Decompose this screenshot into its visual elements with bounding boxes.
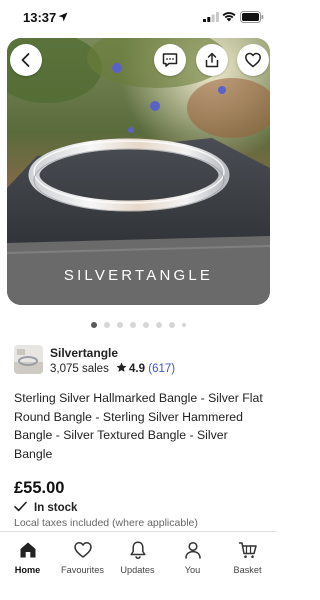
home-icon <box>20 542 35 558</box>
status-time: 13:37 <box>23 10 57 25</box>
chevron-left-icon <box>21 53 30 67</box>
back-button[interactable] <box>10 44 42 76</box>
shop-logo-image <box>14 345 43 374</box>
tab-home[interactable]: Home <box>0 540 55 575</box>
carousel-dot[interactable] <box>156 322 162 328</box>
listing-title: Sterling Silver Hallmarked Bangle - Silv… <box>14 391 263 461</box>
shop-stats: 3,075 sales 4.9 (617) <box>50 362 175 375</box>
heart-icon <box>73 542 92 558</box>
bell-icon <box>129 541 146 560</box>
tab-label: Favourites <box>61 565 104 575</box>
favourite-button[interactable] <box>237 44 269 76</box>
tab-label: Updates <box>120 565 155 575</box>
carousel-dot[interactable] <box>182 323 186 327</box>
signal-icon <box>203 12 219 22</box>
tab-you[interactable]: You <box>165 540 220 575</box>
heart-icon <box>245 52 261 68</box>
carousel-dot[interactable] <box>91 322 97 328</box>
wifi-icon <box>222 12 236 22</box>
chat-bubble-icon <box>162 53 178 67</box>
shop-avatar[interactable] <box>14 345 43 374</box>
checkmark-icon <box>14 501 27 512</box>
share-button[interactable] <box>196 44 228 76</box>
carousel-dot[interactable] <box>104 322 110 328</box>
tab-updates[interactable]: Updates <box>110 540 165 575</box>
share-icon <box>205 52 219 68</box>
tax-note: Local taxes included (where applicable) <box>14 517 198 529</box>
listing-price: £55.00 <box>14 479 65 497</box>
carousel-dot[interactable] <box>169 322 175 328</box>
bottom-tab-bar: Home Favourites Updates You Basket <box>0 531 277 600</box>
basket-icon <box>238 542 257 558</box>
carousel-pagination <box>0 322 277 330</box>
battery-icon <box>240 11 264 23</box>
product-photo <box>7 38 270 305</box>
shop-name-link[interactable]: Silvertangle <box>50 346 118 360</box>
shop-sales-count: 3,075 sales <box>50 363 109 375</box>
tab-label: Basket <box>233 565 262 575</box>
person-icon <box>184 541 201 559</box>
carousel-dot[interactable] <box>143 322 149 328</box>
message-seller-button[interactable] <box>154 44 186 76</box>
tab-label: You <box>184 565 201 575</box>
star-icon <box>116 362 127 372</box>
status-bar: 13:37 <box>0 0 277 36</box>
tab-label: Home <box>14 565 41 575</box>
product-image-carousel[interactable]: SILVERTANGLE <box>7 38 270 305</box>
stock-status: In stock <box>14 501 77 514</box>
tab-basket[interactable]: Basket <box>220 540 275 575</box>
stock-label: In stock <box>34 502 78 514</box>
hero-watermark-caption: SILVERTANGLE <box>63 267 214 284</box>
carousel-dot[interactable] <box>130 322 136 328</box>
review-count-link[interactable]: (617) <box>148 363 175 375</box>
shop-rating: 4.9 <box>129 363 146 375</box>
location-arrow-icon <box>58 12 68 22</box>
tab-favourites[interactable]: Favourites <box>55 540 110 575</box>
carousel-dot[interactable] <box>117 322 123 328</box>
